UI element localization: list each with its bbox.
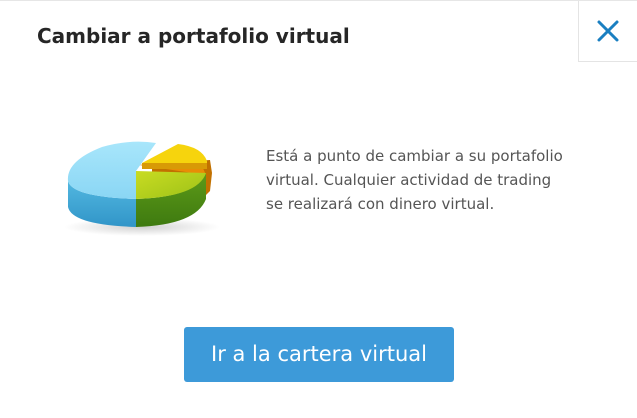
virtual-portfolio-dialog: Cambiar a portafolio virtual Está a punt… [0, 0, 637, 418]
go-to-virtual-portfolio-button[interactable]: Ir a la cartera virtual [184, 327, 454, 382]
dialog-message: Está a punto de cambiar a su portafolio … [266, 147, 563, 213]
dialog-header: Cambiar a portafolio virtual [0, 1, 637, 63]
dialog-title: Cambiar a portafolio virtual [37, 24, 350, 48]
close-icon [597, 20, 619, 42]
pie-chart-icon [64, 141, 220, 236]
close-button[interactable] [578, 1, 637, 62]
